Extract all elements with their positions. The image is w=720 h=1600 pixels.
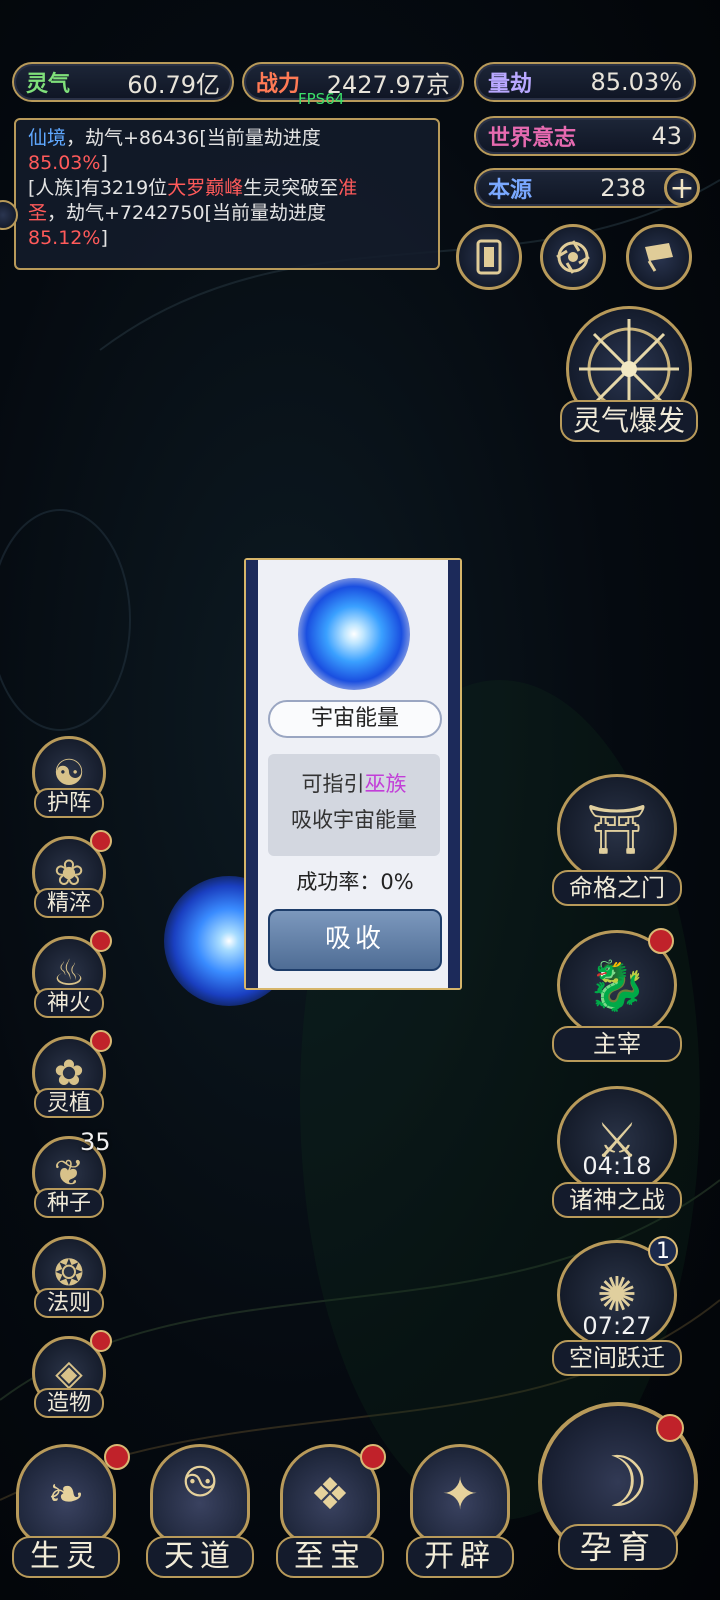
liangjie-value: 85.03%	[590, 68, 682, 96]
notification-dot	[360, 1444, 386, 1470]
left-button-shenhuo[interactable]: ♨ 神火	[24, 930, 114, 1026]
left-button-faze[interactable]: ❂ 法则	[24, 1236, 114, 1326]
left-button-jingcui[interactable]: ❀ 精淬	[24, 830, 114, 926]
bottom-button-yunyu[interactable]: ☽ 孕育	[534, 1398, 704, 1594]
left-button-label: 精淬	[34, 888, 104, 918]
phoenix-icon: ❧	[16, 1444, 116, 1544]
liangjie-stat: 量劫 85.03%	[474, 62, 696, 102]
right-button-label: 主宰	[552, 1026, 682, 1062]
left-button-zhongzi[interactable]: ❦ 种子 35	[24, 1128, 114, 1226]
vortex-icon	[556, 240, 590, 274]
log-line: 85.03%]	[28, 152, 108, 174]
lingqi-label: 灵气	[26, 72, 71, 97]
benyuan-add-button[interactable]: +	[664, 170, 700, 206]
popup-right-bar	[448, 560, 460, 988]
bottom-button-shengling[interactable]: ❧ 生灵	[6, 1444, 130, 1584]
bottom-button-kaipi[interactable]: ✦ 开辟	[400, 1444, 520, 1584]
gate-icon: ⛩	[557, 774, 677, 884]
bottom-button-label: 生灵	[12, 1536, 120, 1578]
desc-line-2: 吸收宇宙能量	[291, 808, 417, 832]
bottom-button-label: 开辟	[406, 1536, 514, 1578]
zhanli-stat: 战力 2427.97京	[242, 62, 464, 102]
portal-button[interactable]	[540, 224, 606, 290]
notification-dot	[90, 930, 112, 952]
countdown-timer: 04:18	[582, 1152, 652, 1180]
log-line: 圣，劫气+7242750[当前量劫进度	[28, 202, 326, 224]
left-button-huzhen[interactable]: ☯ 护阵	[24, 736, 114, 826]
bottom-button-label: 孕育	[558, 1524, 678, 1570]
countdown-timer: 07:27	[582, 1312, 652, 1340]
popup-title: 宇宙能量	[268, 700, 442, 738]
desc-line-1: 可指引巫族	[301, 772, 407, 796]
left-button-label: 法则	[34, 1288, 104, 1318]
cosmic-energy-icon	[298, 578, 410, 690]
notification-dot	[90, 1330, 112, 1352]
event-log: 仙境，劫气+86436[当前量劫进度 85.03%] [人族]有3219位大罗巅…	[14, 118, 440, 270]
right-button-minggezhimen[interactable]: ⛩ 命格之门	[552, 774, 682, 914]
left-button-label: 种子	[34, 1188, 104, 1218]
left-button-label: 神火	[34, 988, 104, 1018]
notification-dot	[648, 928, 674, 954]
lingqi-stat: 灵气 60.79亿	[12, 62, 234, 102]
log-line: [人族]有3219位大罗巅峰生灵突破至准	[28, 177, 358, 199]
bottom-button-label: 至宝	[276, 1536, 384, 1578]
right-button-label: 命格之门	[552, 870, 682, 906]
fps-counter: FPS64	[298, 90, 345, 108]
bottom-button-tiandao[interactable]: ࿊ 天道	[140, 1444, 260, 1584]
success-rate: 成功率：0%	[296, 870, 414, 894]
benyuan-label: 本源	[488, 178, 533, 203]
crystal-icon: ✦	[410, 1444, 510, 1544]
lingqi-burst-label: 灵气爆发	[560, 400, 698, 442]
bottom-button-label: 天道	[146, 1536, 254, 1578]
left-button-label: 造物	[34, 1388, 104, 1418]
shijie-stat: 世界意志 43	[474, 116, 696, 156]
notification-dot	[104, 1444, 130, 1470]
shijie-label: 世界意志	[488, 126, 577, 151]
log-line: 仙境，劫气+86436[当前量劫进度	[28, 127, 321, 149]
count-badge: 1	[648, 1236, 678, 1266]
flag-icon	[645, 243, 673, 272]
count-badge: 35	[80, 1128, 111, 1156]
left-button-zaowu[interactable]: ◈ 造物	[24, 1330, 114, 1426]
log-line: 85.12%]	[28, 227, 108, 249]
shijie-value: 43	[651, 122, 682, 150]
right-button-kongjianyueqian[interactable]: ✺ 07:27 空间跃迁 1	[552, 1236, 682, 1380]
left-button-label: 灵植	[34, 1088, 104, 1118]
left-button-lingzhi[interactable]: ✿ 灵植	[24, 1030, 114, 1126]
absorb-button[interactable]: 吸收	[268, 909, 442, 971]
right-button-label: 诸神之战	[552, 1182, 682, 1218]
right-button-label: 空间跃迁	[552, 1340, 682, 1376]
notification-dot	[656, 1414, 684, 1442]
lingqi-burst-button[interactable]: 灵气爆发	[560, 396, 698, 446]
zhanli-label: 战力	[256, 72, 301, 97]
left-button-label: 护阵	[34, 788, 104, 818]
plus-icon: +	[669, 170, 695, 206]
cosmic-energy-popup: 宇宙能量 可指引巫族 吸收宇宙能量 成功率：0% 吸收	[244, 558, 462, 990]
right-button-zhuzai[interactable]: 🐉 主宰	[552, 928, 682, 1070]
popup-description: 可指引巫族 吸收宇宙能量	[268, 754, 440, 856]
right-button-zhushenzhizhan[interactable]: ⚔ 04:18 诸神之战	[552, 1086, 682, 1226]
notification-dot	[90, 830, 112, 852]
benyuan-value: 238	[600, 174, 646, 202]
wave-icon: ࿊	[150, 1444, 250, 1544]
notification-dot	[90, 1030, 112, 1052]
card-button[interactable]	[456, 224, 522, 290]
bottom-button-zhibao[interactable]: ❖ 至宝	[270, 1444, 390, 1584]
lingqi-value: 60.79亿	[127, 70, 220, 99]
zhanli-value: 2427.97京	[326, 70, 450, 99]
flag-button[interactable]	[626, 224, 692, 290]
benyuan-stat: 本源 238	[474, 168, 696, 208]
popup-left-bar	[246, 560, 258, 988]
liangjie-label: 量劫	[488, 72, 533, 97]
card-icon	[476, 239, 502, 275]
